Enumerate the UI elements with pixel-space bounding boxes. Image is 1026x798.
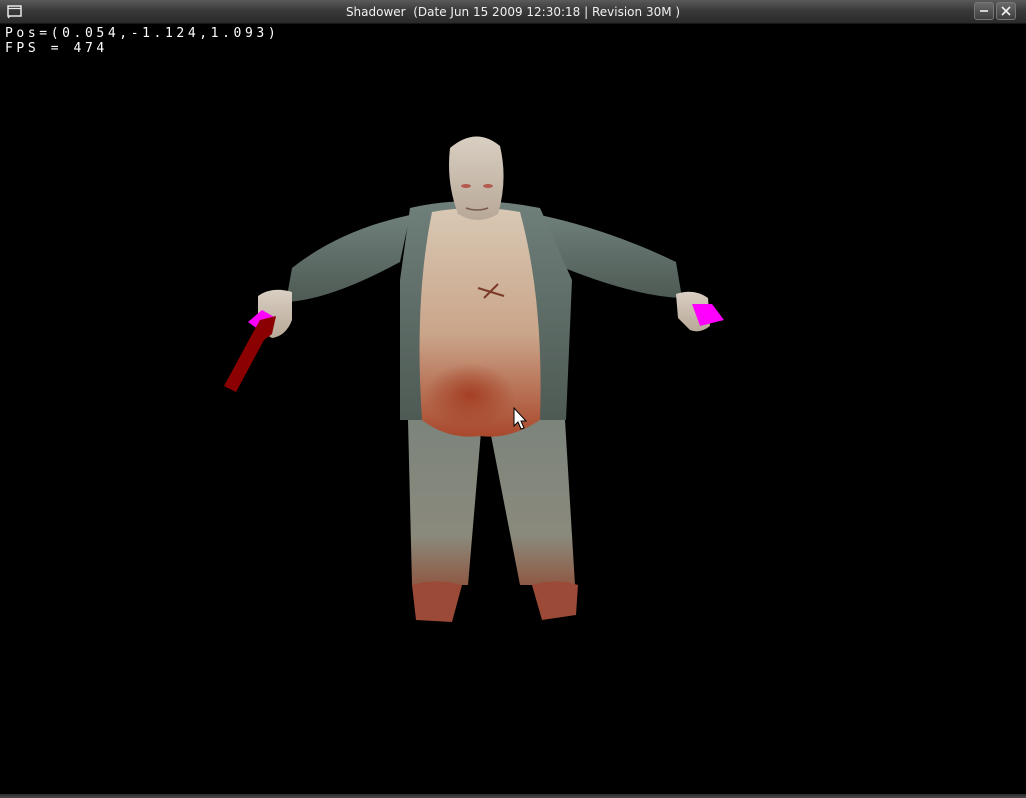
render-viewport[interactable]: Pos=(0.054,-1.124,1.093) FPS = 474	[0, 24, 1026, 794]
character-model	[224, 136, 724, 622]
minimize-icon	[980, 10, 988, 12]
right-leg	[488, 420, 575, 585]
left-leg	[408, 420, 482, 585]
app-window: Shadower (Date Jun 15 2009 12:30:18 | Re…	[0, 0, 1026, 798]
window-bottom-border	[0, 794, 1026, 798]
left-arm	[286, 215, 410, 302]
minimize-button[interactable]	[974, 2, 994, 20]
scene-canvas	[224, 136, 724, 622]
window-title: Shadower (Date Jun 15 2009 12:30:18 | Re…	[345, 5, 681, 19]
left-foot	[412, 581, 462, 622]
close-button[interactable]	[996, 2, 1016, 20]
title-bar[interactable]: Shadower (Date Jun 15 2009 12:30:18 | Re…	[0, 0, 1026, 24]
head	[449, 136, 504, 220]
weapon	[224, 316, 276, 392]
right-foot	[532, 581, 578, 620]
close-icon	[1001, 6, 1011, 16]
